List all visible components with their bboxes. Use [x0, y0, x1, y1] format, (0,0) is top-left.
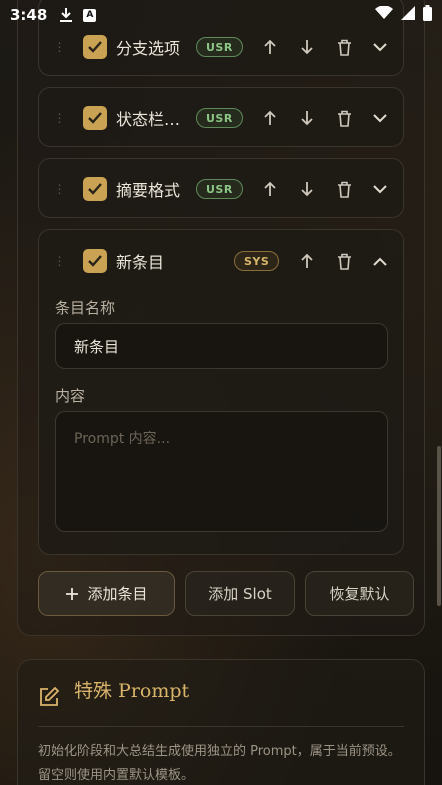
- usr-badge: USR: [196, 37, 243, 57]
- content-placeholder: Prompt 内容...: [74, 431, 171, 447]
- scrollbar[interactable]: [437, 446, 441, 606]
- chevron-down-icon[interactable]: [368, 106, 392, 130]
- move-up-icon[interactable]: [258, 35, 282, 59]
- edit-icon: [38, 686, 60, 712]
- drag-handle-icon[interactable]: ⋮: [53, 252, 66, 270]
- status-time: 3:48: [10, 6, 48, 24]
- move-down-icon[interactable]: [295, 35, 319, 59]
- a-app-icon: A: [83, 8, 97, 22]
- wifi-icon: [375, 5, 393, 24]
- chevron-down-icon[interactable]: [368, 177, 392, 201]
- chevron-up-icon[interactable]: [368, 249, 392, 273]
- entry-title: 状态栏…: [116, 110, 181, 129]
- restore-default-label: 恢复默认: [329, 585, 390, 603]
- add-slot-button[interactable]: 添加 Slot: [185, 571, 295, 616]
- download-icon: [59, 7, 73, 23]
- entry-title: 分支选项: [116, 39, 181, 58]
- content-textarea[interactable]: Prompt 内容...: [55, 411, 388, 532]
- move-down-icon[interactable]: [295, 177, 319, 201]
- entry-name-label: 条目名称: [55, 299, 116, 317]
- delete-icon[interactable]: [332, 35, 356, 59]
- add-entry-label: 添加条目: [87, 585, 148, 603]
- entry-card: ⋮ 状态栏… USR: [38, 87, 404, 147]
- entry-checkbox[interactable]: [83, 35, 107, 59]
- divider: [38, 726, 404, 727]
- entry-checkbox[interactable]: [83, 249, 107, 273]
- add-entry-button[interactable]: 添加条目: [38, 571, 175, 616]
- chevron-down-icon[interactable]: [368, 35, 392, 59]
- special-prompt-panel: 特殊 Prompt 初始化阶段和大总结生成使用独立的 Prompt，属于当前预设…: [17, 659, 425, 785]
- special-prompt-title: 特殊 Prompt: [74, 680, 190, 702]
- move-down-icon[interactable]: [295, 106, 319, 130]
- status-bar: 3:48 A: [0, 0, 442, 30]
- drag-handle-icon[interactable]: ⋮: [53, 180, 66, 198]
- delete-icon[interactable]: [332, 249, 356, 273]
- move-up-icon[interactable]: [295, 249, 319, 273]
- drag-handle-icon[interactable]: ⋮: [53, 38, 66, 56]
- delete-icon[interactable]: [332, 106, 356, 130]
- special-prompt-description: 初始化阶段和大总结生成使用独立的 Prompt，属于当前预设。留空则使用内置默认…: [38, 744, 401, 783]
- entry-card-expanded: ⋮ 新条目 SYS 条目名称 新条目 内容 Prompt 内容...: [38, 229, 404, 555]
- entry-title: 摘要格式: [116, 181, 181, 200]
- battery-icon: [423, 5, 432, 25]
- signal-icon: [401, 6, 415, 24]
- content-label: 内容: [55, 387, 86, 405]
- entry-title: 新条目: [116, 253, 165, 272]
- usr-badge: USR: [196, 179, 243, 199]
- move-up-icon[interactable]: [258, 106, 282, 130]
- usr-badge: USR: [196, 108, 243, 128]
- entry-checkbox[interactable]: [83, 177, 107, 201]
- plus-icon: [66, 587, 79, 600]
- entry-name-input[interactable]: 新条目: [55, 323, 388, 369]
- delete-icon[interactable]: [332, 177, 356, 201]
- move-up-icon[interactable]: [258, 177, 282, 201]
- entry-name-value: 新条目: [74, 337, 120, 356]
- restore-default-button[interactable]: 恢复默认: [305, 571, 414, 616]
- a-app-icon-text: A: [86, 10, 94, 20]
- add-slot-label: 添加 Slot: [208, 585, 272, 603]
- entry-checkbox[interactable]: [83, 106, 107, 130]
- sys-badge: SYS: [234, 251, 280, 271]
- entry-card: ⋮ 摘要格式 USR: [38, 158, 404, 218]
- drag-handle-icon[interactable]: ⋮: [53, 109, 66, 127]
